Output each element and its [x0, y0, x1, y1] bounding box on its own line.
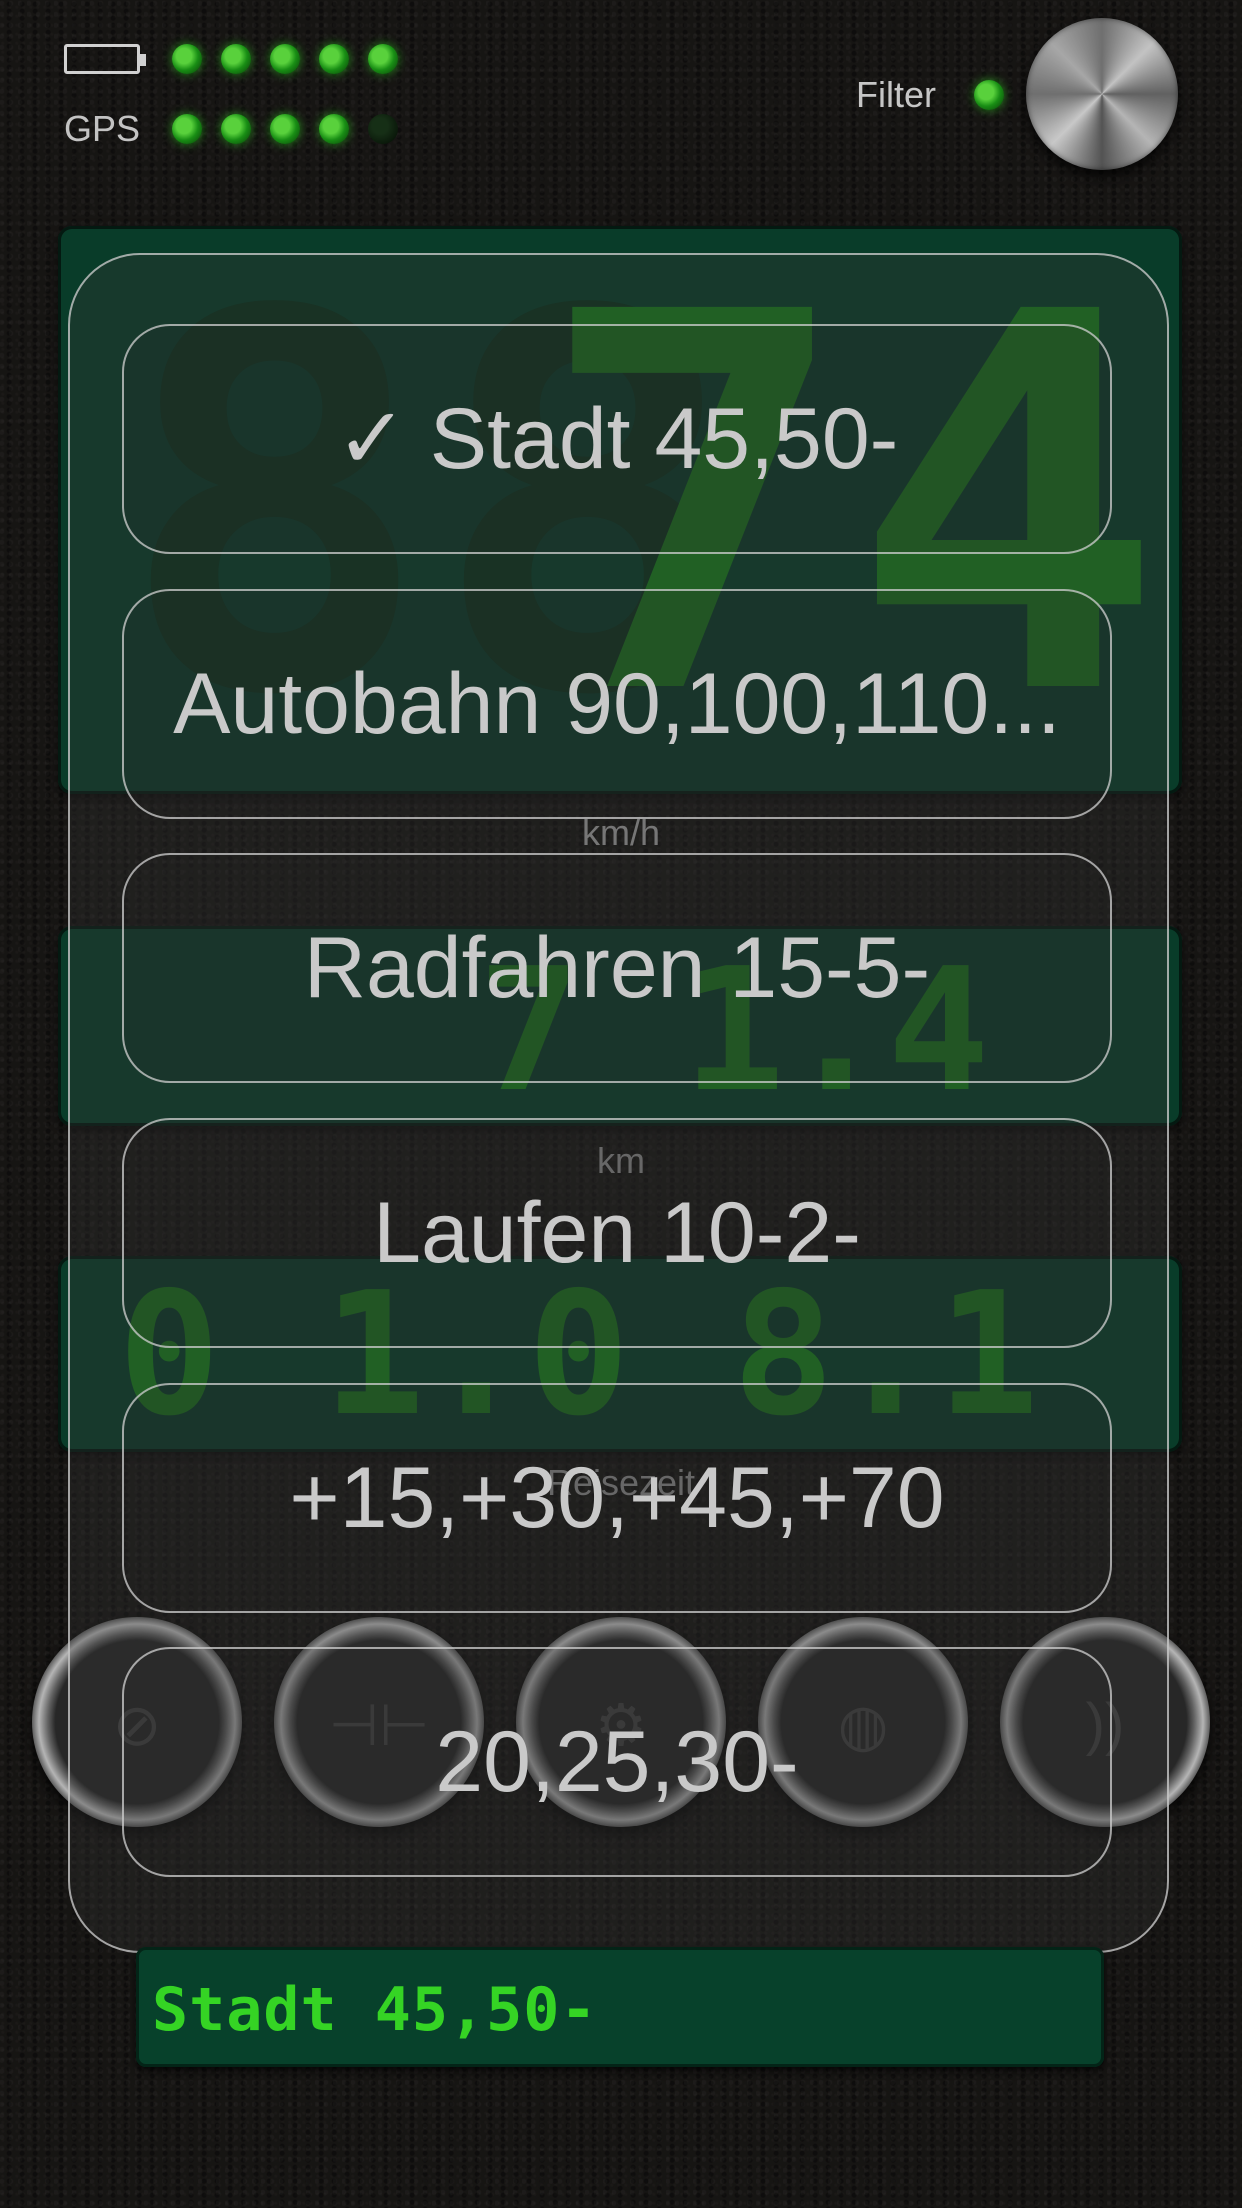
menu-option-stadt[interactable]: ✓ Stadt 45,50- — [122, 324, 1112, 554]
option-label: 20,25,30- — [435, 1713, 799, 1810]
option-label: Autobahn 90,100,110... — [173, 655, 1061, 752]
menu-option-20-25-30[interactable]: 20,25,30- — [122, 1647, 1112, 1877]
selected-filter-text: Stadt 45,50- — [152, 1975, 598, 2045]
menu-option-offsets[interactable]: +15,+30,+45,+70 — [122, 1383, 1112, 1613]
option-label: Radfahren 15-5- — [303, 919, 931, 1016]
option-label: Laufen 10-2- — [373, 1184, 861, 1281]
menu-option-laufen[interactable]: Laufen 10-2- — [122, 1118, 1112, 1348]
option-label: +15,+30,+45,+70 — [289, 1449, 945, 1546]
menu-option-autobahn[interactable]: Autobahn 90,100,110... — [122, 589, 1112, 819]
option-label: Stadt 45,50- — [429, 390, 899, 487]
menu-option-radfahren[interactable]: Radfahren 15-5- — [122, 853, 1112, 1083]
checkmark-icon: ✓ — [335, 391, 408, 487]
